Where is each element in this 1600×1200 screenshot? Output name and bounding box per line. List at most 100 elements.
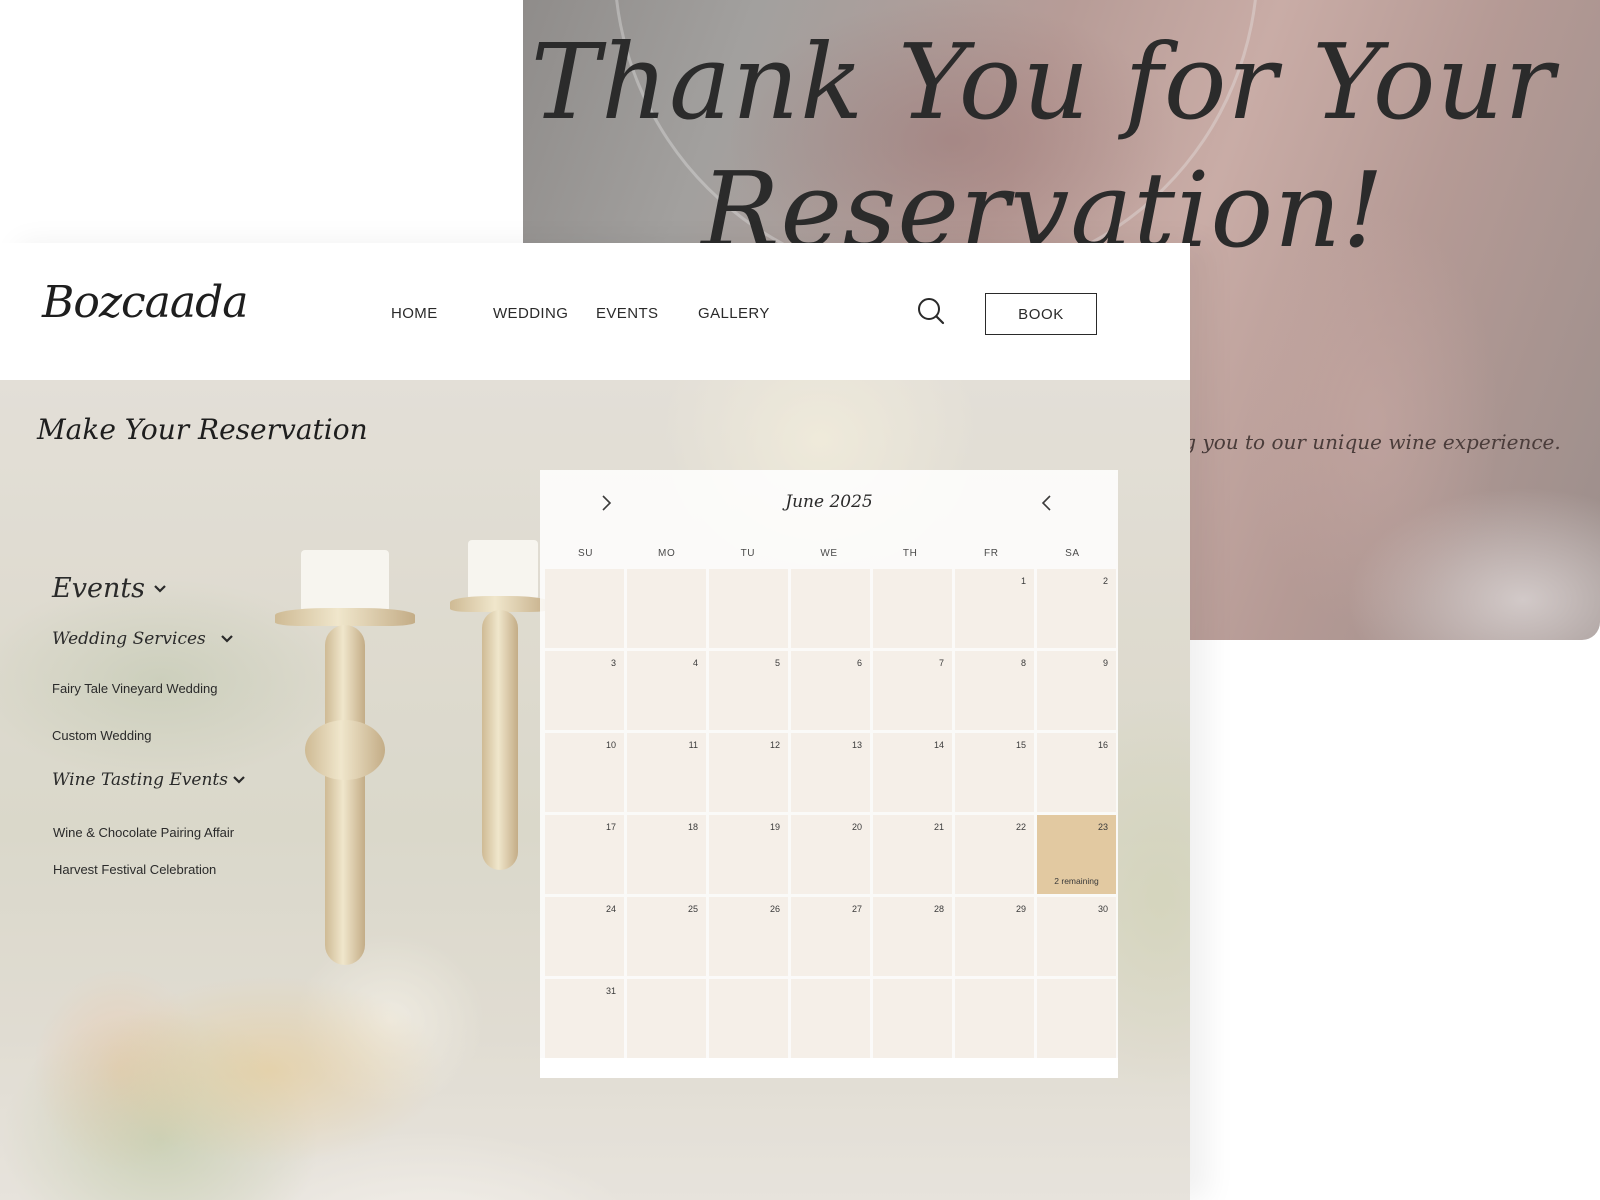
calendar-day-cell[interactable]: 20	[791, 815, 870, 894]
calendar-day-number: 7	[938, 658, 944, 668]
book-button[interactable]: BOOK	[985, 293, 1097, 335]
reservation-page: Bozcaada HOME WEDDING EVENTS GALLERY BOO…	[0, 243, 1190, 1200]
calendar-grid: 1 2 3 4 5 6 7 8 9 10 11 12 13 14 15 16 17 18 19 20 21 22 23 2 r…	[545, 569, 1116, 1058]
calendar-day-cell[interactable]: 24	[545, 897, 624, 976]
menu-item-fairy-tale-wedding[interactable]: Fairy Tale Vineyard Wedding	[52, 681, 217, 696]
calendar-day-number: 14	[933, 740, 944, 750]
menu-item-wine-chocolate[interactable]: Wine & Chocolate Pairing Affair	[53, 825, 234, 840]
weekday-label: TU	[740, 548, 756, 559]
menu-events[interactable]: Events	[52, 573, 167, 604]
availability-note: 2 remaining	[1054, 876, 1099, 886]
calendar-day-cell[interactable]: 1	[955, 569, 1034, 648]
weekday-label: FR	[984, 548, 999, 559]
calendar-next-button[interactable]	[1032, 488, 1062, 518]
calendar-day-number: 27	[851, 904, 862, 914]
calendar-day-number: 29	[1015, 904, 1026, 914]
calendar-day-number: 4	[692, 658, 698, 668]
calendar-day-number: 24	[605, 904, 616, 914]
calendar-empty-cell	[791, 979, 870, 1058]
calendar-day-number: 15	[1015, 740, 1026, 750]
calendar-day-cell[interactable]: 8	[955, 651, 1034, 730]
weekday-label: SU	[578, 548, 594, 559]
thank-you-subtitle: ing you to our unique wine experience.	[1164, 430, 1561, 454]
chevron-down-icon	[233, 776, 245, 784]
menu-wine-tasting[interactable]: Wine Tasting Events	[52, 770, 246, 790]
weekday-label: SA	[1065, 548, 1080, 559]
nav-home[interactable]: HOME	[391, 305, 438, 322]
calendar-day-number: 13	[851, 740, 862, 750]
calendar-day-cell[interactable]: 2	[1037, 569, 1116, 648]
calendar-day-cell[interactable]: 6	[791, 651, 870, 730]
chevron-down-icon	[220, 635, 233, 643]
calendar-day-number: 22	[1015, 822, 1026, 832]
calendar-day-number: 23	[1097, 822, 1108, 832]
calendar-day-cell[interactable]: 18	[627, 815, 706, 894]
calendar-day-cell[interactable]: 30	[1037, 897, 1116, 976]
calendar-day-number: 5	[774, 658, 780, 668]
weekday-label: TH	[902, 548, 918, 559]
calendar-day-cell[interactable]: 19	[709, 815, 788, 894]
calendar-day-cell[interactable]: 12	[709, 733, 788, 812]
calendar-day-cell[interactable]: 14	[873, 733, 952, 812]
calendar-day-cell[interactable]: 9	[1037, 651, 1116, 730]
calendar-day-number: 6	[856, 658, 862, 668]
calendar-day-cell[interactable]: 11	[627, 733, 706, 812]
calendar-day-cell[interactable]: 25	[627, 897, 706, 976]
calendar-day-cell[interactable]: 31	[545, 979, 624, 1058]
calendar-day-cell[interactable]: 17	[545, 815, 624, 894]
site-logo[interactable]: Bozcaada	[42, 277, 249, 328]
menu-wine-tasting-label: Wine Tasting Events	[52, 770, 228, 790]
calendar-day-cell[interactable]: 28	[873, 897, 952, 976]
calendar-empty-cell	[873, 979, 952, 1058]
calendar-day-cell[interactable]: 16	[1037, 733, 1116, 812]
calendar-empty-cell	[627, 979, 706, 1058]
menu-wedding-services[interactable]: Wedding Services	[52, 629, 234, 649]
calendar-day-cell[interactable]: 29	[955, 897, 1034, 976]
calendar-day-number: 31	[605, 986, 616, 996]
calendar-empty-cell	[709, 979, 788, 1058]
nav-gallery[interactable]: GALLERY	[698, 305, 770, 322]
calendar-day-number: 16	[1097, 740, 1108, 750]
calendar-empty-cell	[873, 569, 952, 648]
calendar-empty-cell	[709, 569, 788, 648]
search-icon[interactable]	[915, 296, 947, 328]
calendar-day-number: 18	[687, 822, 698, 832]
calendar-day-number: 2	[1102, 576, 1108, 586]
calendar-day-cell[interactable]: 15	[955, 733, 1034, 812]
calendar-day-number: 17	[605, 822, 616, 832]
calendar-empty-cell	[1037, 979, 1116, 1058]
calendar-day-cell[interactable]: 3	[545, 651, 624, 730]
calendar-day-number: 28	[933, 904, 944, 914]
calendar-day-number: 1	[1020, 576, 1026, 586]
calendar-day-number: 20	[851, 822, 862, 832]
weekday-label: WE	[820, 548, 838, 559]
reservation-title: Make Your Reservation	[37, 413, 368, 446]
menu-wedding-services-label: Wedding Services	[52, 629, 206, 649]
calendar-day-number: 19	[769, 822, 780, 832]
calendar-day-number: 3	[610, 658, 616, 668]
calendar-day-cell[interactable]: 21	[873, 815, 952, 894]
calendar-day-cell[interactable]: 10	[545, 733, 624, 812]
thank-you-title-line1: Thank You for Your	[530, 21, 1556, 143]
calendar-day-number: 11	[688, 740, 698, 750]
calendar-day-cell[interactable]: 5	[709, 651, 788, 730]
menu-item-harvest-festival[interactable]: Harvest Festival Celebration	[53, 862, 216, 877]
calendar-empty-cell	[627, 569, 706, 648]
reservation-calendar: June 2025 SU MO TU WE TH FR SA 1 2 3 4 5 6 7 8 9 10 11 12…	[540, 470, 1118, 1078]
reservation-hero: Make Your Reservation Events Wedding Ser…	[0, 380, 1190, 1200]
calendar-day-cell[interactable]: 7	[873, 651, 952, 730]
calendar-day-number: 10	[605, 740, 616, 750]
menu-item-custom-wedding[interactable]: Custom Wedding	[52, 728, 151, 743]
calendar-empty-cell	[791, 569, 870, 648]
calendar-day-cell[interactable]: 22	[955, 815, 1034, 894]
calendar-empty-cell	[545, 569, 624, 648]
calendar-empty-cell	[955, 979, 1034, 1058]
calendar-day-cell[interactable]: 13	[791, 733, 870, 812]
calendar-day-cell[interactable]: 27	[791, 897, 870, 976]
nav-wedding[interactable]: WEDDING	[493, 305, 568, 322]
nav-events[interactable]: EVENTS	[596, 305, 658, 322]
thank-you-title: Thank You for Your Reservation!	[523, 18, 1563, 274]
calendar-day-cell[interactable]: 4	[627, 651, 706, 730]
calendar-day-cell[interactable]: 26	[709, 897, 788, 976]
calendar-day-cell-available[interactable]: 23 2 remaining	[1037, 815, 1116, 894]
